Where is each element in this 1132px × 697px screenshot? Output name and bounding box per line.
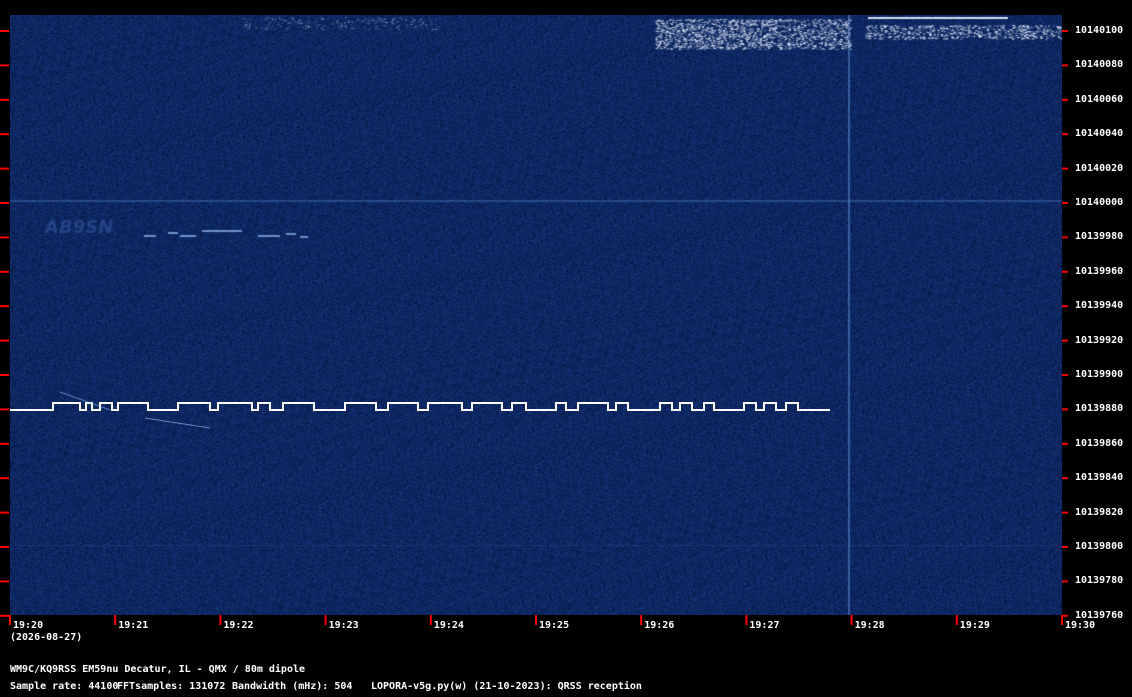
x-tick-label: 19:27 xyxy=(749,620,780,631)
y-tick-label: 10139780 xyxy=(1075,575,1124,587)
y-tick-label: 10139960 xyxy=(1075,265,1124,277)
y-tick-label: 10140080 xyxy=(1075,59,1124,71)
y-tick-label: 10140040 xyxy=(1075,128,1124,140)
x-tick-label: 19:21 xyxy=(118,620,149,631)
y-tick-label: 10139840 xyxy=(1075,472,1124,484)
y-tick-label: 10139820 xyxy=(1075,506,1124,518)
x-tick-label: 19:23 xyxy=(328,620,359,631)
sample-rate: Sample rate: 44100 xyxy=(10,681,119,692)
fft-samples: FFTsamples: 131072 xyxy=(117,681,226,692)
waterfall-spectrogram xyxy=(10,15,1062,615)
date-label: (2026-08-27) xyxy=(10,632,83,643)
y-tick-label: 10139860 xyxy=(1075,437,1124,449)
y-tick-label: 10139980 xyxy=(1075,231,1124,243)
y-tick-label: 10140100 xyxy=(1075,25,1124,36)
y-tick-label: 10139900 xyxy=(1075,369,1124,380)
y-tick-label: 10140000 xyxy=(1075,197,1124,208)
y-tick-label: 10139920 xyxy=(1075,334,1124,346)
x-tick-label: 19:22 xyxy=(223,620,254,631)
software-info: LOPORA-v5g.py(w) (21-10-2023): QRSS rece… xyxy=(371,681,642,692)
x-tick-label: 19:26 xyxy=(644,620,675,631)
x-tick-label: 19:20 xyxy=(13,620,44,631)
station-info: WM9C/KQ9RSS EM59nu Decatur, IL - QMX / 8… xyxy=(10,664,306,675)
y-tick-label: 10139800 xyxy=(1075,541,1124,552)
x-tick-label: 19:30 xyxy=(1065,620,1096,631)
y-tick-label: 10139880 xyxy=(1075,403,1124,415)
x-tick-label: 19:28 xyxy=(854,620,885,631)
y-tick-label: 10139940 xyxy=(1075,300,1124,312)
y-tick-label: 10140020 xyxy=(1075,162,1124,174)
x-tick-label: 19:24 xyxy=(433,620,464,631)
x-tick-label: 19:25 xyxy=(539,620,570,631)
x-tick-label: 19:29 xyxy=(959,620,990,631)
y-tick-label: 10140060 xyxy=(1075,93,1124,105)
bandwidth: Bandwidth (mHz): 504 xyxy=(232,681,353,692)
